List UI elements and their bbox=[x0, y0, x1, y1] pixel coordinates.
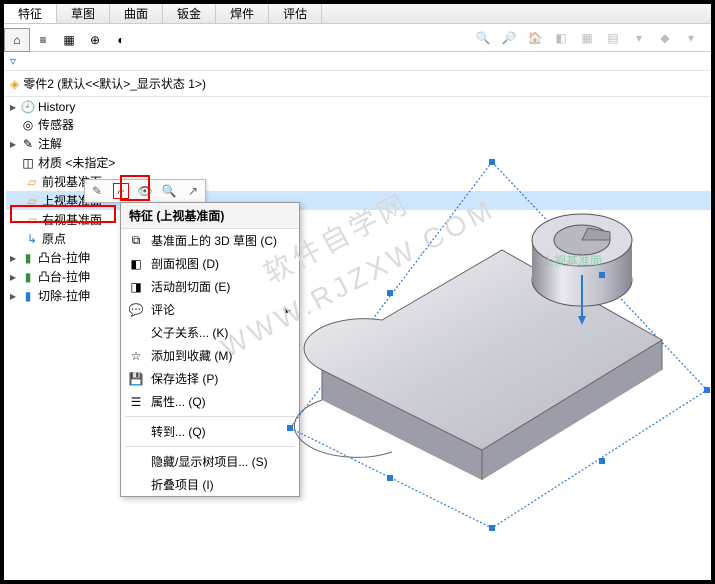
plane-ghost-label: 上视基准面 bbox=[542, 253, 602, 268]
panel-tab-appearance[interactable]: ◐ bbox=[108, 28, 134, 52]
tree-label: 材质 <未指定> bbox=[38, 154, 115, 171]
context-mini-toolbar: ✎ ⌐ 👁 🔍 ↗ bbox=[84, 179, 206, 203]
comment-icon: 💬 bbox=[127, 302, 145, 318]
expand-icon[interactable]: ▸ bbox=[8, 137, 18, 151]
zoom-fit-icon[interactable]: 🔍 bbox=[161, 183, 177, 199]
history-icon: 🕘 bbox=[20, 100, 36, 114]
sketch2-icon[interactable]: ⌐ bbox=[113, 183, 129, 199]
properties-icon: ☰ bbox=[127, 394, 145, 410]
expand-icon[interactable]: ▸ bbox=[8, 251, 18, 265]
expand-icon[interactable]: ▸ bbox=[8, 100, 18, 114]
sketch-icon[interactable]: ✎ bbox=[89, 183, 105, 199]
ctx-label: 评论 bbox=[151, 301, 175, 318]
ctx-label: 保存选择 (P) bbox=[151, 370, 218, 387]
tab-weldments[interactable]: 焊件 bbox=[216, 4, 269, 23]
sensor-icon: ◎ bbox=[20, 118, 36, 132]
ribbon-tabbar: 特征 草图 曲面 钣金 焊件 评估 bbox=[4, 4, 711, 24]
tab-sheetmetal[interactable]: 钣金 bbox=[163, 4, 216, 23]
normal-to-icon[interactable]: ↗ bbox=[185, 183, 201, 199]
tab-surface[interactable]: 曲面 bbox=[110, 4, 163, 23]
tree-label: 注解 bbox=[38, 135, 62, 152]
ctx-label: 属性... (Q) bbox=[151, 393, 206, 410]
tree-label: 原点 bbox=[42, 230, 66, 247]
expand-icon[interactable]: ▸ bbox=[8, 289, 18, 303]
plane-icon: ▱ bbox=[24, 175, 40, 189]
tree-label: 凸台-拉伸 bbox=[38, 249, 90, 266]
star-icon: ☆ bbox=[127, 348, 145, 364]
graphics-viewport[interactable]: 上视基准面 bbox=[242, 30, 711, 580]
origin-icon: ↳ bbox=[24, 232, 40, 246]
model-svg: 上视基准面 bbox=[242, 30, 711, 580]
ctx-label: 转到... (Q) bbox=[151, 423, 206, 440]
extrude-icon: ▮ bbox=[20, 251, 36, 265]
eye-icon[interactable]: 👁 bbox=[137, 183, 153, 199]
tab-features[interactable]: 特征 bbox=[4, 4, 57, 23]
tree-label: History bbox=[38, 100, 75, 114]
ctx-label: 父子关系... (K) bbox=[151, 324, 228, 341]
panel-tab-grid[interactable]: ▦ bbox=[56, 28, 82, 52]
panel-tab-list[interactable]: ≡ bbox=[30, 28, 56, 52]
tree-label: 传感器 bbox=[38, 116, 74, 133]
ctx-label: 活动剖切面 (E) bbox=[151, 278, 230, 295]
section-icon: ◧ bbox=[127, 256, 145, 272]
ctx-label: 折叠项目 (I) bbox=[151, 476, 214, 493]
tree-label: 凸台-拉伸 bbox=[38, 268, 90, 285]
tree-label: 右视基准面 bbox=[42, 211, 102, 228]
panel-tab-design[interactable]: ⌂ bbox=[4, 28, 30, 52]
panel-tab-target[interactable]: ⊕ bbox=[82, 28, 108, 52]
part-title: 零件2 (默认<<默认>_显示状态 1>) bbox=[23, 75, 206, 92]
tab-sketch[interactable]: 草图 bbox=[57, 4, 110, 23]
material-icon: ◫ bbox=[20, 156, 36, 170]
ctx-label: 添加到收藏 (M) bbox=[151, 347, 232, 364]
cut-icon: ▮ bbox=[20, 289, 36, 303]
sketch3d-icon: ⧉ bbox=[127, 233, 145, 249]
tree-label: 切除-拉伸 bbox=[38, 287, 90, 304]
part-icon: ◈ bbox=[10, 77, 19, 91]
plane-icon: ▱ bbox=[24, 213, 40, 227]
save-icon: 💾 bbox=[127, 371, 145, 387]
expand-icon[interactable]: ▸ bbox=[8, 270, 18, 284]
annotation-icon: ✎ bbox=[20, 137, 36, 151]
extrude-icon: ▮ bbox=[20, 270, 36, 284]
ctx-label: 剖面视图 (D) bbox=[151, 255, 219, 272]
tab-evaluate[interactable]: 评估 bbox=[269, 4, 322, 23]
plane-icon: ▱ bbox=[24, 194, 40, 208]
live-section-icon: ◨ bbox=[127, 279, 145, 295]
